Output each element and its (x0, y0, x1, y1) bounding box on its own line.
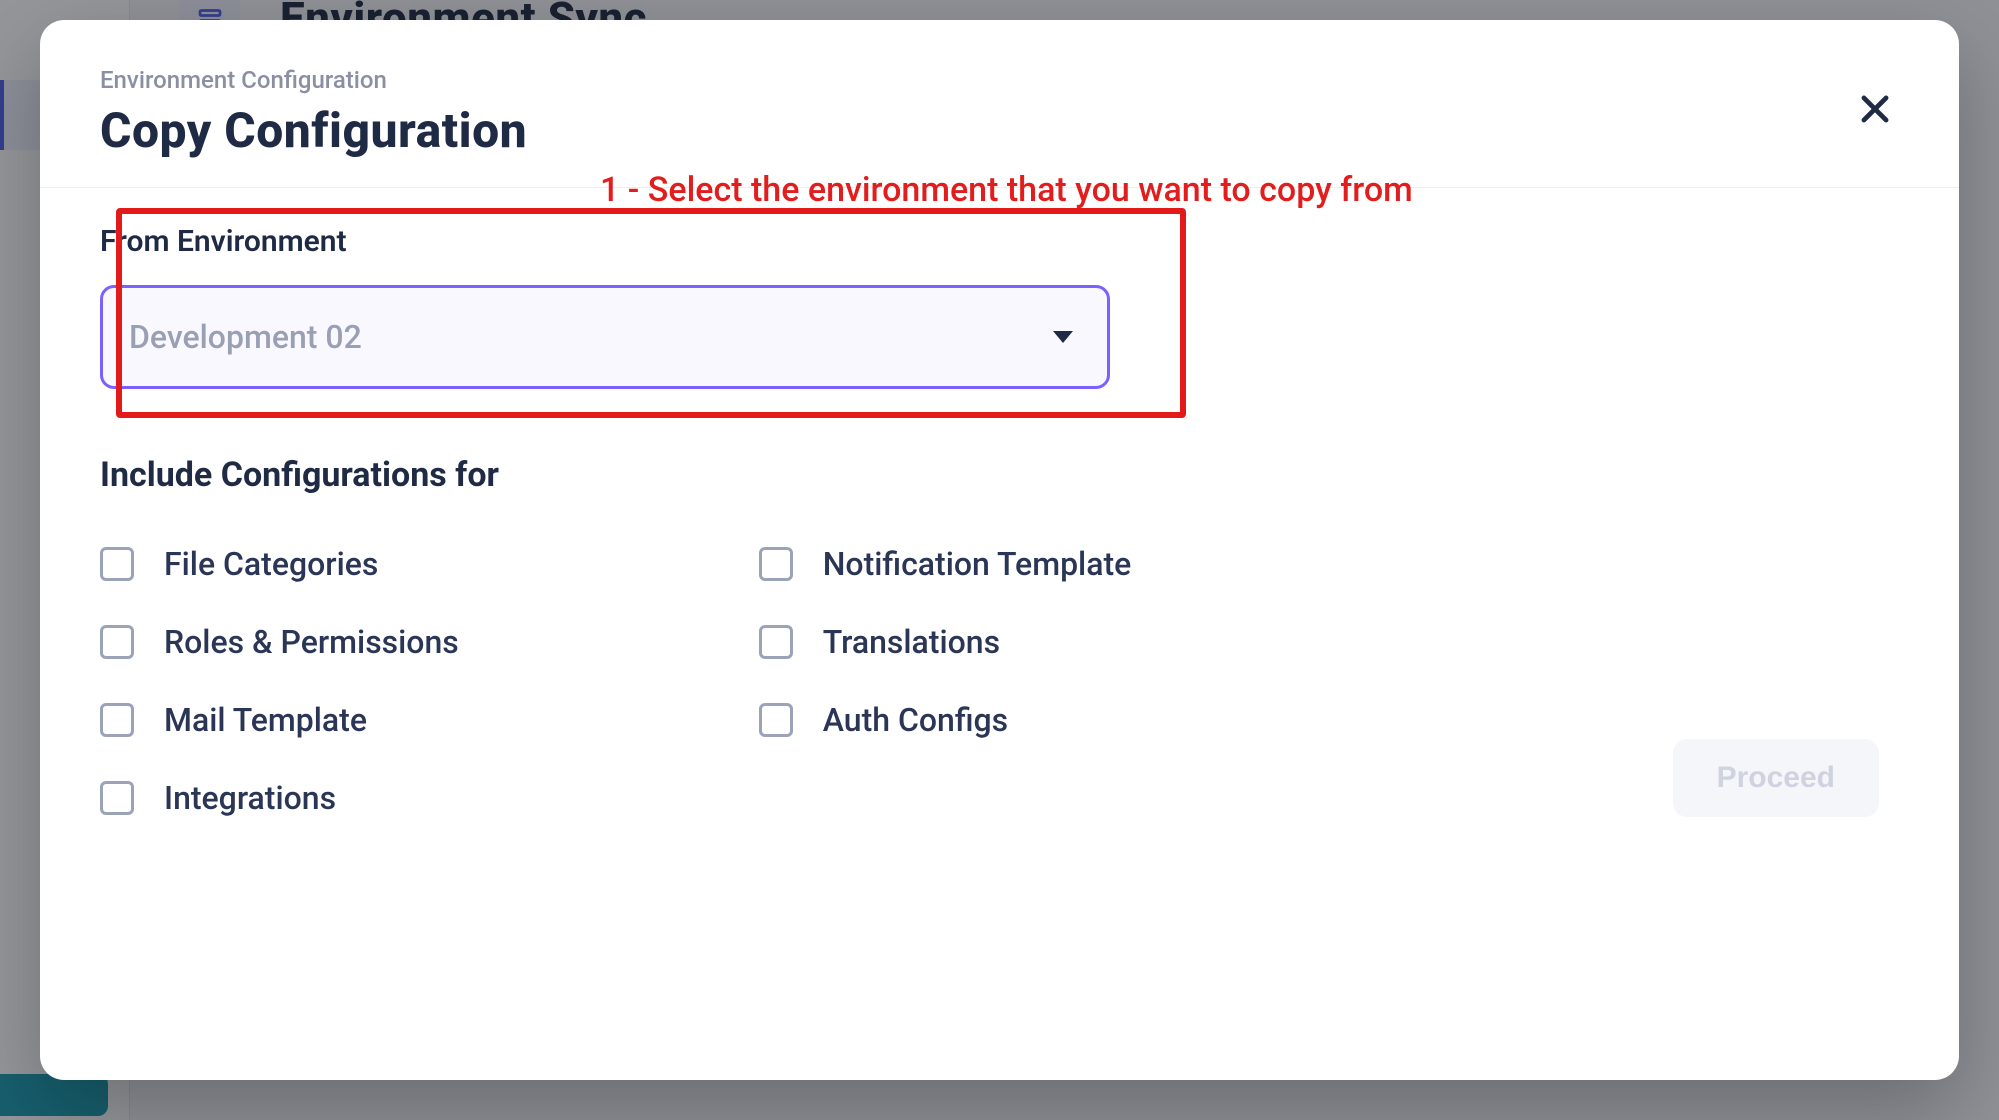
modal-eyebrow: Environment Configuration (100, 66, 1899, 94)
modal-header: Environment Configuration Copy Configura… (40, 20, 1959, 188)
proceed-button[interactable]: Proceed (1673, 739, 1879, 817)
checkbox-notification-template[interactable]: Notification Template (759, 545, 1132, 583)
checkbox-input[interactable] (100, 703, 134, 737)
checkbox-label: Notification Template (823, 545, 1132, 583)
copy-configuration-modal: Environment Configuration Copy Configura… (40, 20, 1959, 1080)
checkbox-column-2: Notification Template Translations Auth … (759, 545, 1132, 817)
from-environment-value: Development 02 (129, 318, 362, 356)
checkbox-mail-template[interactable]: Mail Template (100, 701, 459, 739)
checkbox-roles-permissions[interactable]: Roles & Permissions (100, 623, 459, 661)
modal-title: Copy Configuration (100, 102, 1899, 159)
checkbox-label: Integrations (164, 779, 336, 817)
checkbox-input[interactable] (100, 625, 134, 659)
checkbox-integrations[interactable]: Integrations (100, 779, 459, 817)
close-button[interactable] (1845, 80, 1905, 140)
checkbox-column-1: File Categories Roles & Permissions Mail… (100, 545, 459, 817)
checkbox-label: File Categories (164, 545, 378, 583)
checkbox-auth-configs[interactable]: Auth Configs (759, 701, 1132, 739)
checkbox-translations[interactable]: Translations (759, 623, 1132, 661)
checkbox-input[interactable] (100, 547, 134, 581)
checkbox-label: Auth Configs (823, 701, 1008, 739)
checkbox-input[interactable] (759, 703, 793, 737)
from-environment-select[interactable]: Development 02 (100, 285, 1110, 389)
close-icon (1856, 90, 1894, 131)
checkbox-input[interactable] (759, 547, 793, 581)
checkbox-file-categories[interactable]: File Categories (100, 545, 459, 583)
configuration-checkbox-grid: File Categories Roles & Permissions Mail… (100, 545, 1899, 817)
chevron-down-icon (1053, 331, 1073, 343)
checkbox-input[interactable] (100, 781, 134, 815)
checkbox-label: Roles & Permissions (164, 623, 459, 661)
checkbox-input[interactable] (759, 625, 793, 659)
include-configurations-label: Include Configurations for (100, 455, 1899, 495)
checkbox-label: Translations (823, 623, 1000, 661)
modal-body: From Environment Development 02 Include … (40, 188, 1959, 857)
from-environment-label: From Environment (100, 224, 1899, 259)
checkbox-label: Mail Template (164, 701, 367, 739)
